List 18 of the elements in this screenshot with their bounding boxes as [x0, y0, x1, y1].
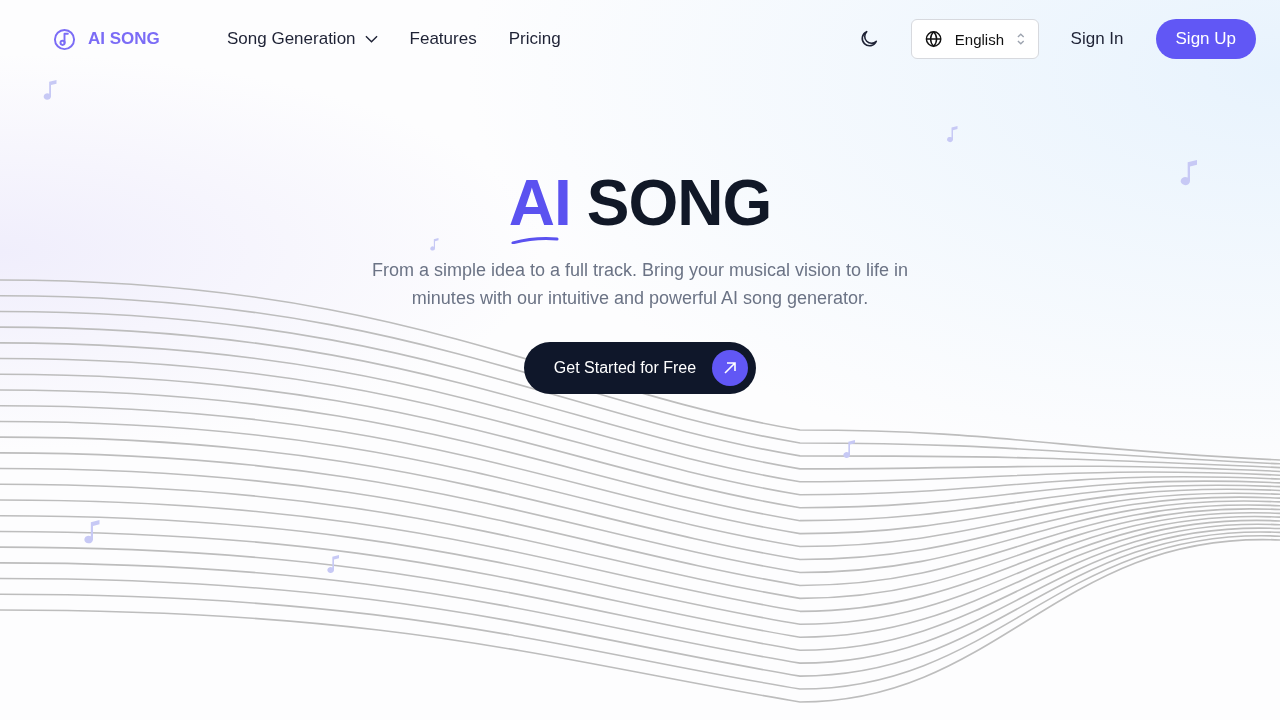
- hero-title-accent: AI: [508, 167, 571, 239]
- logo-text[interactable]: AI SONG: [88, 29, 160, 49]
- underline-swoosh-icon: [510, 236, 559, 244]
- sign-up-button[interactable]: Sign Up: [1155, 19, 1256, 59]
- nav-link[interactable]: Song Generation: [227, 29, 378, 49]
- nav-link[interactable]: Pricing: [508, 29, 561, 49]
- language-select[interactable]: English: [910, 19, 1039, 59]
- music-note-logo-icon[interactable]: [53, 27, 76, 51]
- chevron-down-icon: [364, 35, 378, 43]
- arrow-up-right-icon: [712, 350, 749, 386]
- get-started-button[interactable]: Get Started for Free: [523, 342, 757, 394]
- hero-title: SONG: [586, 170, 772, 236]
- sign-in-link[interactable]: Sign In: [1070, 29, 1124, 49]
- hero-subtitle: From a simple idea to a full track. Bring your musical vision to life in minutes with our intuitive and powerful AI song generator.: [370, 259, 910, 310]
- nav-link[interactable]: Features: [409, 29, 477, 49]
- up-down-chevron-icon: [1016, 31, 1026, 47]
- globe-icon: [923, 29, 943, 49]
- music-note-icon: [428, 238, 442, 252]
